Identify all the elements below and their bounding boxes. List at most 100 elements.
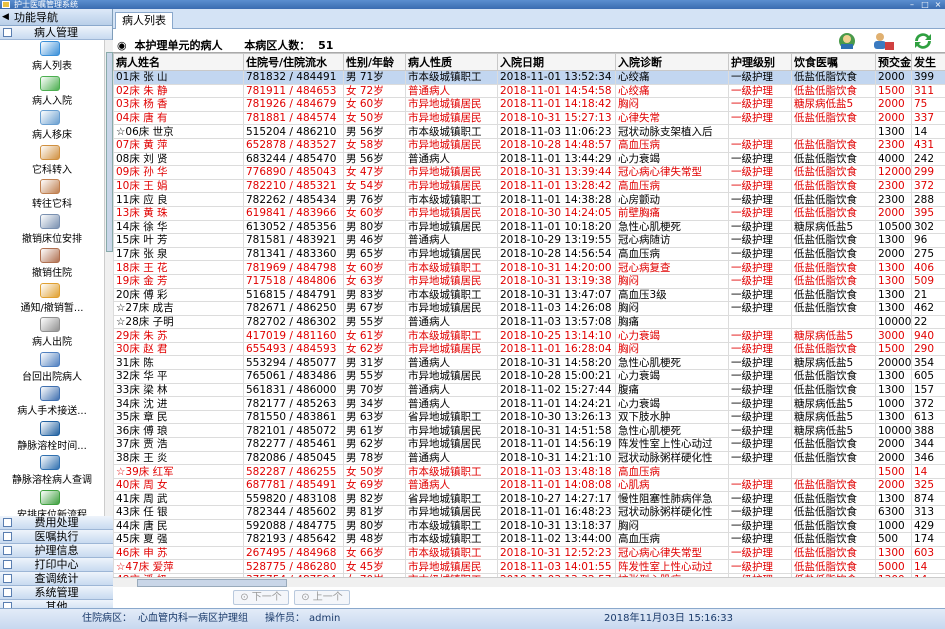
table-row[interactable]: 13床 黄 珠 619841 / 483966 女 60岁 市异地城镇居民 2018-1… — [113, 205, 945, 221]
column-header[interactable]: 饮食医嘱 — [791, 53, 876, 71]
table-row[interactable]: 44床 唐 民 592088 / 484775 男 80岁 市本级城镇职工 2018-1… — [113, 518, 945, 534]
table-row[interactable]: 19床 金 芳 717518 / 484806 女 63岁 市异地城镇居民 2018-1… — [113, 273, 945, 289]
table-row[interactable]: 46床 申 苏 267495 / 484968 女 66岁 市本级城镇职工 2018-1… — [113, 545, 945, 561]
refresh-patient-icon[interactable] — [835, 30, 859, 52]
column-header[interactable]: 入院诊断 — [615, 53, 729, 71]
user-settings-icon[interactable] — [871, 30, 895, 52]
cell-name: 37床 贾 浩 — [113, 437, 244, 452]
table-row[interactable]: 36床 傅 琅 782101 / 485072 男 61岁 市异地城镇居民 2018-1… — [113, 423, 945, 439]
table-row[interactable]: 31床 陈 553294 / 485077 男 31岁 普通病人 2018-10-31… — [113, 355, 945, 371]
cell-date: 2018-11-03 14:26:08 — [497, 301, 616, 316]
table-row[interactable]: 32床 华 平 765061 / 483486 男 55岁 市异地城镇居民 2018-1… — [113, 369, 945, 384]
table-row[interactable]: 29床 朱 苏 417019 / 481160 女 61岁 市本级城镇职工 2018-1… — [113, 328, 945, 343]
sidebar-item[interactable]: 它科转入 — [0, 144, 104, 179]
cell-diet — [791, 464, 876, 479]
sidebar-item[interactable]: 撤销住院 — [0, 247, 104, 282]
nav-group[interactable]: 费用处理 — [0, 516, 113, 530]
table-row[interactable]: 45床 夏 强 782193 / 485642 男 48岁 市本级城镇职工 2018-1… — [113, 532, 945, 547]
table-row[interactable]: ☆28床 子明 782702 / 486302 男 55岁 普通病人 2018-11-0… — [113, 314, 945, 330]
tab-patient-list[interactable]: 病人列表 — [115, 12, 173, 29]
collapse-arrow-icon[interactable]: ◀ — [2, 9, 9, 26]
table-row[interactable]: 18床 王 花 781969 / 484798 女 60岁 市本级城镇职工 2018-1… — [113, 260, 945, 275]
close-button[interactable]: × — [932, 0, 944, 9]
table-row[interactable]: 34床 沈 进 782177 / 485263 男 34岁 普通病人 2018-11-0… — [113, 396, 945, 411]
table-row[interactable]: 17床 张 泉 781341 / 483360 男 65岁 市异地城镇居民 2018-1… — [113, 246, 945, 262]
cell-date: 2018-10-28 14:56:54 — [497, 246, 616, 262]
group-icon — [3, 560, 12, 569]
sidebar-item[interactable]: 通知/撤销暂... — [0, 282, 104, 317]
table-row[interactable]: 35床 章 民 781550 / 483861 男 63岁 省异地城镇职工 2018-1… — [113, 409, 945, 425]
table-row[interactable]: 09床 孙 华 776890 / 485043 女 47岁 市异地城镇居民 2018-1… — [113, 165, 945, 180]
cell-diag: 心力衰竭 — [615, 151, 729, 167]
table-row[interactable]: 02床 朱 静 781911 / 484653 女 72岁 普通病人 2018-11-0… — [113, 83, 945, 99]
sidebar-item[interactable]: 病人列表 — [0, 40, 104, 75]
sidebar-scrollbar[interactable] — [104, 40, 113, 516]
sidebar-item[interactable]: 台回出院病人 — [0, 351, 104, 386]
sidebar-item[interactable]: 病人移床 — [0, 109, 104, 144]
nav-group[interactable]: 护理信息 — [0, 544, 113, 558]
sync-icon[interactable] — [911, 30, 935, 52]
sidebar-item[interactable]: 转往它科 — [0, 178, 104, 213]
sidebar-scroll-thumb[interactable] — [106, 52, 113, 252]
minimize-button[interactable]: – — [906, 0, 918, 9]
column-header[interactable]: 护理级别 — [728, 53, 792, 71]
table-row[interactable]: 08床 刘 贤 683244 / 485470 男 56岁 普通病人 2018-11-0… — [113, 151, 945, 167]
prev-button[interactable]: ⊙ 上一个 — [294, 590, 350, 605]
nav-group[interactable]: 打印中心 — [0, 558, 113, 572]
column-header[interactable]: 性别/年龄 — [343, 53, 406, 71]
column-header[interactable]: 预交金 — [875, 53, 912, 71]
table-row[interactable]: 20床 傅 彩 516815 / 484791 男 83岁 市本级城镇职工 2018-1… — [113, 287, 945, 303]
cell-id: 782210 / 485321 — [243, 178, 344, 194]
sidebar-item[interactable]: 病人出院 — [0, 316, 104, 351]
column-header[interactable]: 病人性质 — [405, 53, 498, 71]
table-row[interactable]: 37床 贾 浩 782277 / 485461 男 62岁 市异地城镇居民 2018-1… — [113, 437, 945, 452]
table-row[interactable]: 11床 应 良 782262 / 485434 男 76岁 市本级城镇职工 2018-1… — [113, 192, 945, 207]
nav-header[interactable]: ◀ 功能导航 — [0, 9, 112, 26]
cell-type: 市本级城镇职工 — [405, 518, 498, 534]
cell-diet: 低盐低脂饮食 — [791, 559, 876, 574]
cell-care: 一级护理 — [728, 287, 792, 303]
table-row[interactable]: 15床 叶 芳 781581 / 483921 男 46岁 普通病人 2018-10-2… — [113, 233, 945, 248]
nav-group[interactable]: 系统管理 — [0, 586, 113, 600]
table-row[interactable]: ☆39床 红军 582287 / 486255 女 50岁 市本级城镇职工 2018-1… — [113, 464, 945, 479]
table-row[interactable]: ☆06床 世京 515204 / 486210 男 56岁 市本级城镇职工 2018-1… — [113, 124, 945, 139]
table-row[interactable]: 07床 黄 萍 652878 / 483527 女 58岁 市异地城镇居民 2018-1… — [113, 137, 945, 153]
table-row[interactable]: ☆47床 爱萍 528775 / 486280 女 45岁 市异地城镇居民 2018-1… — [113, 559, 945, 574]
table-row[interactable]: 33床 梁 林 561831 / 486000 男 70岁 普通病人 2018-11-0… — [113, 382, 945, 398]
table-row[interactable]: 40床 周 女 687781 / 485491 女 69岁 普通病人 2018-11-0… — [113, 477, 945, 493]
cell-care: 一级护理 — [728, 491, 792, 506]
table-row[interactable]: 41床 周 武 559820 / 483108 男 82岁 省异地城镇职工 2018-1… — [113, 491, 945, 506]
horizontal-scrollbar[interactable] — [113, 577, 945, 587]
table-row[interactable]: 10床 王 娟 782210 / 485321 女 54岁 市异地城镇居民 2018-1… — [113, 178, 945, 194]
sidebar-item[interactable]: 静脉溶栓时间... — [0, 420, 104, 455]
h-scroll-thumb[interactable] — [137, 579, 287, 587]
table-row[interactable]: 30床 赵 君 655493 / 484593 女 62岁 市异地城镇居民 2018-1… — [113, 341, 945, 357]
cell-type: 普通病人 — [405, 83, 498, 99]
sidebar-item[interactable]: 撤销床位安排 — [0, 213, 104, 248]
sidebar-item[interactable]: 病人入院 — [0, 75, 104, 110]
table-row[interactable]: 04床 唐 有 781881 / 484574 女 50岁 市异地城镇居民 2018-1… — [113, 110, 945, 126]
nav-group[interactable]: 查调统计 — [0, 572, 113, 586]
maximize-button[interactable]: □ — [919, 0, 931, 9]
sidebar-item[interactable]: 安排床位新流程 — [0, 489, 104, 516]
table-row[interactable]: 03床 杨 香 781926 / 484679 女 60岁 市异地城镇居民 2018-1… — [113, 97, 945, 112]
cell-type: 普通病人 — [405, 314, 498, 330]
table-row[interactable]: 01床 张 山 781832 / 484491 男 71岁 市本级城镇职工 2018-1… — [113, 70, 945, 85]
column-header[interactable]: 住院号/住院流水 — [243, 53, 344, 71]
table-row[interactable]: ☆27床 成吉 782671 / 486250 男 67岁 市异地城镇居民 2018-1… — [113, 301, 945, 316]
table-row[interactable]: 43床 任 银 782344 / 485602 男 81岁 市异地城镇居民 2018-1… — [113, 505, 945, 520]
table-row[interactable]: 14床 徐 华 613052 / 485356 男 80岁 市异地城镇居民 2018-1… — [113, 219, 945, 235]
cell-name: 19床 金 芳 — [113, 273, 244, 289]
column-header[interactable]: 发生 — [911, 53, 945, 71]
nav-group[interactable]: 医嘱执行 — [0, 530, 113, 544]
table-row[interactable]: 38床 王 炎 782086 / 485045 男 78岁 普通病人 2018-10-3… — [113, 450, 945, 466]
sidebar-item[interactable]: 病人手术接送... — [0, 385, 104, 420]
cell-diet: 糖尿病低盐5 — [791, 355, 876, 371]
cell-dep: 2000 — [875, 70, 912, 85]
cell-date: 2018-11-01 16:48:23 — [497, 505, 616, 520]
column-header[interactable]: 入院日期 — [497, 53, 616, 71]
next-button[interactable]: ⊙ 下一个 — [233, 590, 289, 605]
sidebar-item[interactable]: 静脉溶栓病人查调 — [0, 454, 104, 489]
column-header[interactable]: 病人姓名 — [113, 53, 244, 71]
group-patient-management[interactable]: 病人管理 — [0, 26, 112, 40]
